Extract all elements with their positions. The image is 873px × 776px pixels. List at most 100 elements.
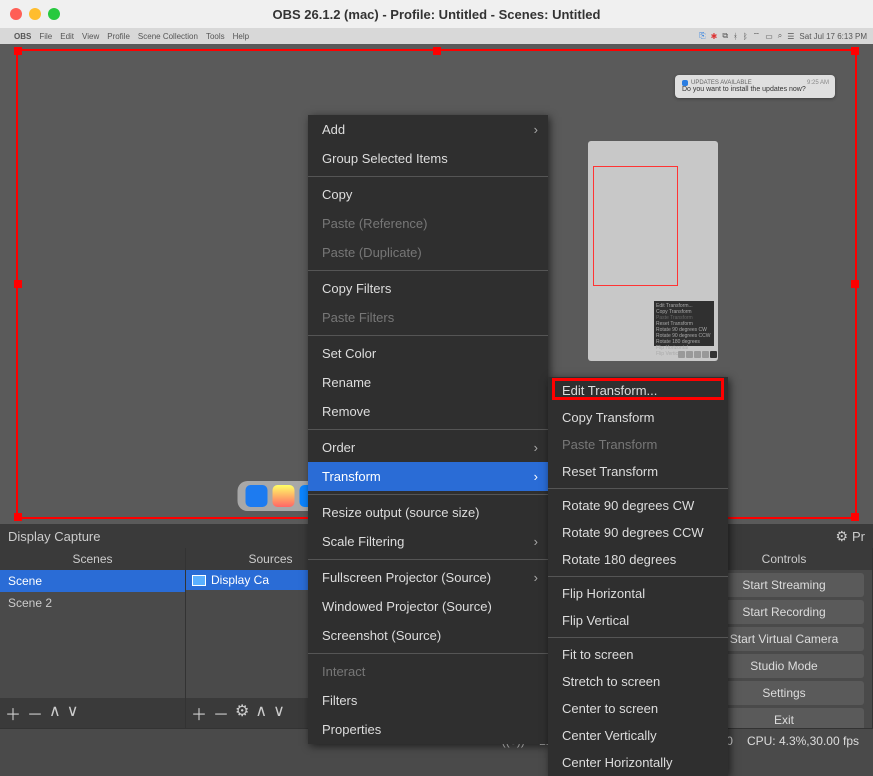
menu-item-paste-transform: Paste Transform bbox=[548, 431, 728, 458]
window-title: OBS 26.1.2 (mac) - Profile: Untitled - S… bbox=[273, 7, 601, 22]
menu-item-center-horizontally[interactable]: Center Horizontally bbox=[548, 749, 728, 776]
menu-item-filters[interactable]: Filters bbox=[308, 686, 548, 715]
menu-separator bbox=[308, 494, 548, 495]
resize-handle[interactable] bbox=[433, 47, 441, 55]
settings-button[interactable]: Settings bbox=[704, 681, 864, 705]
search-icon[interactable]: ⌕ bbox=[778, 31, 782, 41]
menu-item-center-vertically[interactable]: Center Vertically bbox=[548, 722, 728, 749]
zoom-button[interactable] bbox=[48, 8, 60, 20]
menu-item-windowed-projector-source[interactable]: Windowed Projector (Source) bbox=[308, 592, 548, 621]
menu-item-paste-filters: Paste Filters bbox=[308, 303, 548, 332]
tray-icon[interactable]: ᚼ bbox=[733, 32, 738, 41]
menubar-help[interactable]: Help bbox=[233, 32, 249, 41]
cpu-status: CPU: 4.3%,30.00 fps bbox=[747, 734, 859, 748]
menu-item-flip-horizontal[interactable]: Flip Horizontal bbox=[548, 580, 728, 607]
menu-item-flip-vertical[interactable]: Flip Vertical bbox=[548, 607, 728, 634]
menu-item-copy[interactable]: Copy bbox=[308, 180, 548, 209]
macos-titlebar: OBS 26.1.2 (mac) - Profile: Untitled - S… bbox=[0, 0, 873, 28]
scene-down-button[interactable]: ∨ bbox=[67, 701, 79, 725]
menubar-tools[interactable]: Tools bbox=[206, 32, 225, 41]
active-source-label: Display Capture bbox=[8, 529, 101, 544]
add-source-button[interactable]: ＋ bbox=[191, 701, 207, 725]
menu-item-set-color[interactable]: Set Color bbox=[308, 339, 548, 368]
menu-item-reset-transform[interactable]: Reset Transform bbox=[548, 458, 728, 485]
tray-icon[interactable]: ⎘ bbox=[699, 31, 705, 41]
scene-item[interactable]: Scene 2 bbox=[0, 592, 185, 614]
source-properties-label[interactable]: Pr bbox=[852, 529, 865, 544]
gear-icon[interactable]: ⚙ bbox=[835, 528, 848, 545]
tray-icon[interactable]: ✱ bbox=[711, 32, 718, 41]
start-recording-button[interactable]: Start Recording bbox=[704, 600, 864, 624]
menu-item-add[interactable]: Add bbox=[308, 115, 548, 144]
menubar-scene-collection[interactable]: Scene Collection bbox=[138, 32, 198, 41]
notif-body: Do you want to install the updates now? bbox=[682, 86, 828, 93]
bluetooth-icon[interactable]: ᛒ bbox=[743, 32, 748, 41]
menu-item-scale-filtering[interactable]: Scale Filtering bbox=[308, 527, 548, 556]
minimize-button[interactable] bbox=[29, 8, 41, 20]
menu-item-rotate-90-degrees-cw[interactable]: Rotate 90 degrees CW bbox=[548, 492, 728, 519]
start-streaming-button[interactable]: Start Streaming bbox=[704, 573, 864, 597]
menu-item-rotate-90-degrees-ccw[interactable]: Rotate 90 degrees CCW bbox=[548, 519, 728, 546]
menu-item-edit-transform[interactable]: Edit Transform... bbox=[548, 377, 728, 404]
traffic-lights bbox=[10, 8, 60, 20]
source-settings-button[interactable]: ⚙ bbox=[235, 701, 249, 725]
wifi-icon[interactable]: ⌔ bbox=[753, 31, 761, 41]
menu-item-fit-to-screen[interactable]: Fit to screen bbox=[548, 641, 728, 668]
remove-source-button[interactable]: － bbox=[213, 701, 229, 725]
menu-separator bbox=[548, 488, 728, 489]
menu-item-center-to-screen[interactable]: Center to screen bbox=[548, 695, 728, 722]
menubar-clock[interactable]: Sat Jul 17 6:13 PM bbox=[799, 32, 867, 41]
menubar-file[interactable]: File bbox=[39, 32, 52, 41]
resize-handle[interactable] bbox=[851, 513, 859, 521]
menu-item-copy-transform[interactable]: Copy Transform bbox=[548, 404, 728, 431]
dock-icon[interactable] bbox=[245, 485, 267, 507]
resize-handle[interactable] bbox=[851, 47, 859, 55]
tray-icon[interactable]: ⧉ bbox=[722, 31, 728, 41]
menu-item-copy-filters[interactable]: Copy Filters bbox=[308, 274, 548, 303]
dock-icon[interactable] bbox=[272, 485, 294, 507]
menu-item-rename[interactable]: Rename bbox=[308, 368, 548, 397]
menu-item-resize-output-source-size[interactable]: Resize output (source size) bbox=[308, 498, 548, 527]
menu-separator bbox=[308, 429, 548, 430]
resize-handle[interactable] bbox=[14, 513, 22, 521]
menubar-edit[interactable]: Edit bbox=[60, 32, 74, 41]
source-up-button[interactable]: ∧ bbox=[255, 701, 267, 725]
macos-notification[interactable]: UPDATES AVAILABLE 9:25 AM Do you want to… bbox=[675, 75, 835, 98]
source-down-button[interactable]: ∨ bbox=[273, 701, 285, 725]
source-label: Display Ca bbox=[211, 573, 269, 587]
menu-item-interact: Interact bbox=[308, 657, 548, 686]
resize-handle[interactable] bbox=[14, 47, 22, 55]
menu-separator bbox=[548, 637, 728, 638]
menubar-profile[interactable]: Profile bbox=[107, 32, 130, 41]
menu-item-transform[interactable]: Transform bbox=[308, 462, 548, 491]
close-button[interactable] bbox=[10, 8, 22, 20]
menu-item-paste-reference: Paste (Reference) bbox=[308, 209, 548, 238]
remove-scene-button[interactable]: － bbox=[27, 701, 43, 725]
menu-item-order[interactable]: Order bbox=[308, 433, 548, 462]
menubar-view[interactable]: View bbox=[82, 32, 99, 41]
menu-item-rotate-180-degrees[interactable]: Rotate 180 degrees bbox=[548, 546, 728, 573]
menu-separator bbox=[308, 653, 548, 654]
resize-handle[interactable] bbox=[851, 280, 859, 288]
battery-icon[interactable]: ▭ bbox=[765, 32, 773, 41]
scene-item[interactable]: Scene bbox=[0, 570, 185, 592]
resize-handle[interactable] bbox=[14, 280, 22, 288]
menu-separator bbox=[308, 559, 548, 560]
add-scene-button[interactable]: ＋ bbox=[5, 701, 21, 725]
menu-item-fullscreen-projector-source[interactable]: Fullscreen Projector (Source) bbox=[308, 563, 548, 592]
start-virtual-camera-button[interactable]: Start Virtual Camera bbox=[704, 627, 864, 651]
studio-mode-button[interactable]: Studio Mode bbox=[704, 654, 864, 678]
menu-item-remove[interactable]: Remove bbox=[308, 397, 548, 426]
transform-submenu[interactable]: Edit Transform...Copy TransformPaste Tra… bbox=[548, 377, 728, 776]
menu-item-group-selected-items[interactable]: Group Selected Items bbox=[308, 144, 548, 173]
control-center-icon[interactable]: ☰ bbox=[787, 32, 794, 41]
menu-item-screenshot-source[interactable]: Screenshot (Source) bbox=[308, 621, 548, 650]
menubar-obs[interactable]: OBS bbox=[14, 32, 31, 41]
menu-separator bbox=[308, 176, 548, 177]
exit-button[interactable]: Exit bbox=[704, 708, 864, 728]
menu-item-stretch-to-screen[interactable]: Stretch to screen bbox=[548, 668, 728, 695]
menu-item-properties[interactable]: Properties bbox=[308, 715, 548, 744]
scene-up-button[interactable]: ∧ bbox=[49, 701, 61, 725]
source-context-menu[interactable]: AddGroup Selected Items CopyPaste (Refere… bbox=[308, 115, 548, 744]
nested-capture-window: Edit Transform... Copy Transform Paste T… bbox=[588, 141, 718, 361]
